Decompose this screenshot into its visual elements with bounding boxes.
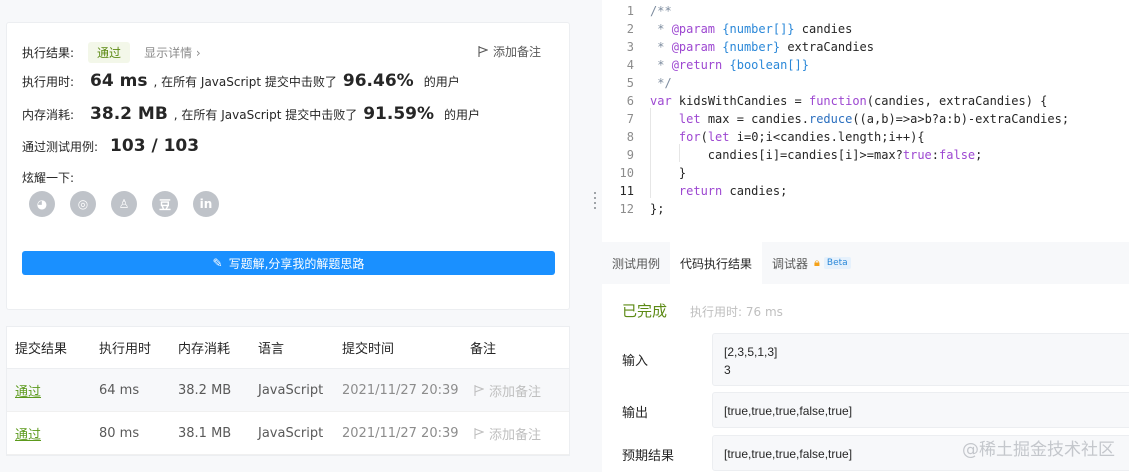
row-submitted: 2021/11/27 20:39 <box>342 425 459 441</box>
code-editor[interactable]: 1/** 2 * @param {number[]} candies 3 * @… <box>602 0 1129 242</box>
runtime-label: 执行用时: <box>22 74 75 89</box>
input-line-1: [2,3,5,1,3] <box>724 345 778 359</box>
output-value: [true,true,true,false,true] <box>724 404 853 418</box>
line-number: 9 <box>626 148 634 162</box>
row-result[interactable]: 通过 <box>15 381 41 400</box>
douban-icon[interactable]: 豆 <box>152 191 178 217</box>
linkedin-icon[interactable]: in <box>193 191 219 217</box>
header-note: 备注 <box>470 342 497 357</box>
memory-value: 38.2 MB <box>90 104 168 124</box>
line-number: 3 <box>626 40 634 54</box>
line-number: 7 <box>626 112 634 126</box>
console-panel: 测试用例 代码执行结果 调试器 🔒︎ Beta 已完成 执行用时: 76 ms … <box>602 242 1129 472</box>
table-header: 提交结果 执行用时 内存消耗 语言 提交时间 备注 <box>7 327 569 369</box>
row-note-label: 添加备注 <box>489 384 542 400</box>
line-number: 11 <box>619 184 634 198</box>
memory-row: 内存消耗: 38.2 MB , 在所有 JavaScript 提交中击败了 91… <box>22 104 480 124</box>
memory-beat-text: , 在所有 JavaScript 提交中击败了 <box>173 107 358 122</box>
input-label: 输入 <box>622 354 649 369</box>
row-add-note[interactable]: 添加备注 <box>474 424 541 443</box>
wechat-icon[interactable]: ◕ <box>29 191 55 217</box>
line-number: 5 <box>626 76 634 90</box>
runtime-beat-text: , 在所有 JavaScript 提交中击败了 <box>153 74 337 89</box>
input-line-2: 3 <box>724 363 731 377</box>
memory-tail: 的用户 <box>444 107 481 122</box>
row-time: 64 ms <box>99 382 140 398</box>
runtime-tail: 的用户 <box>423 74 460 89</box>
runtime-percentile: 96.46% <box>342 71 414 91</box>
memory-label: 内存消耗: <box>22 107 75 122</box>
row-result[interactable]: 通过 <box>15 424 41 443</box>
panel-splitter[interactable] <box>586 0 602 472</box>
memory-percentile: 91.59% <box>363 104 435 124</box>
console-tabs: 测试用例 代码执行结果 调试器 🔒︎ Beta <box>602 242 1129 284</box>
line-number: 1 <box>626 4 634 18</box>
table-row[interactable]: 通过 80 ms 38.1 MB JavaScript 2021/11/27 2… <box>7 412 569 455</box>
tab-testcase[interactable]: 测试用例 <box>602 242 670 284</box>
row-submitted: 2021/11/27 20:39 <box>342 382 459 398</box>
flag-icon <box>474 427 484 439</box>
runtime-value: 64 ms <box>90 71 148 91</box>
share-label: 炫耀一下: <box>22 171 75 185</box>
line-number: 2 <box>626 22 634 36</box>
splitter-handle[interactable] <box>594 192 596 212</box>
write-solution-button[interactable]: ✎ 写题解,分享我的解题思路 <box>22 251 555 275</box>
line-number: 6 <box>626 94 634 108</box>
share-icons: ◕ ◎ ♙ 豆 in <box>29 191 219 217</box>
status-badge: 通过 <box>88 42 131 63</box>
header-time: 执行用时 <box>99 342 152 357</box>
status-label: 执行结果: <box>22 46 75 60</box>
output-box: [true,true,true,false,true] <box>712 392 1129 428</box>
line-number: 8 <box>626 130 634 144</box>
table-row[interactable]: 通过 64 ms 38.2 MB JavaScript 2021/11/27 2… <box>7 369 569 412</box>
write-solution-label: 写题解,分享我的解题思路 <box>228 256 365 271</box>
row-add-note[interactable]: 添加备注 <box>474 381 541 400</box>
submissions-table: 提交结果 执行用时 内存消耗 语言 提交时间 备注 通过 64 ms 38.2 … <box>6 326 570 456</box>
add-note-label: 添加备注 <box>492 45 541 59</box>
tab-result-label: 代码执行结果 <box>680 256 753 271</box>
show-details-link[interactable]: 显示详情 › <box>144 44 201 61</box>
header-language: 语言 <box>258 342 285 357</box>
beta-badge: Beta <box>823 257 851 269</box>
runtime-row: 执行用时: 64 ms , 在所有 JavaScript 提交中击败了 96.4… <box>22 71 460 91</box>
header-submitted: 提交时间 <box>342 342 395 357</box>
expected-label: 预期结果 <box>622 449 675 464</box>
header-result: 提交结果 <box>15 342 68 357</box>
left-panel: 执行结果: 通过 显示详情 › 添加备注 执行用时: 64 ms , 在所有 J… <box>0 0 586 472</box>
result-card: 执行结果: 通过 显示详情 › 添加备注 执行用时: 64 ms , 在所有 J… <box>6 22 570 310</box>
run-status: 已完成 <box>622 302 668 320</box>
tests-value: 103 / 103 <box>110 136 200 156</box>
row-memory: 38.1 MB <box>178 425 232 441</box>
tab-testcase-label: 测试用例 <box>612 256 661 271</box>
flag-icon <box>478 46 488 57</box>
row-note-label: 添加备注 <box>489 427 542 443</box>
tab-debugger-label: 调试器 <box>772 256 809 271</box>
tab-debugger[interactable]: 调试器 🔒︎ Beta <box>762 242 861 284</box>
tests-row: 通过测试用例: 103 / 103 <box>22 136 205 156</box>
row-language: JavaScript <box>258 382 324 398</box>
share-row: 炫耀一下: <box>22 169 74 186</box>
lock-icon: 🔒︎ <box>814 256 820 269</box>
row-memory: 38.2 MB <box>178 382 232 398</box>
run-elapsed: 执行用时: 76 ms <box>690 305 783 319</box>
line-number: 10 <box>619 166 634 180</box>
header-memory: 内存消耗 <box>178 342 231 357</box>
add-note-button[interactable]: 添加备注 <box>478 43 541 60</box>
output-label: 输出 <box>622 406 649 421</box>
watermark: @稀土掘金技术社区 <box>962 440 1115 460</box>
tab-result[interactable]: 代码执行结果 <box>670 242 763 284</box>
tests-label: 通过测试用例: <box>22 139 99 154</box>
pencil-icon: ✎ <box>212 256 223 270</box>
line-number: 12 <box>619 202 634 216</box>
row-language: JavaScript <box>258 425 324 441</box>
status-row: 执行结果: 通过 显示详情 › <box>22 42 201 63</box>
weibo-icon[interactable]: ◎ <box>70 191 96 217</box>
line-number: 4 <box>626 58 634 72</box>
input-box: [2,3,5,1,3] 3 <box>712 333 1129 386</box>
row-time: 80 ms <box>99 425 140 441</box>
flag-icon <box>474 384 484 396</box>
qq-icon[interactable]: ♙ <box>111 191 137 217</box>
